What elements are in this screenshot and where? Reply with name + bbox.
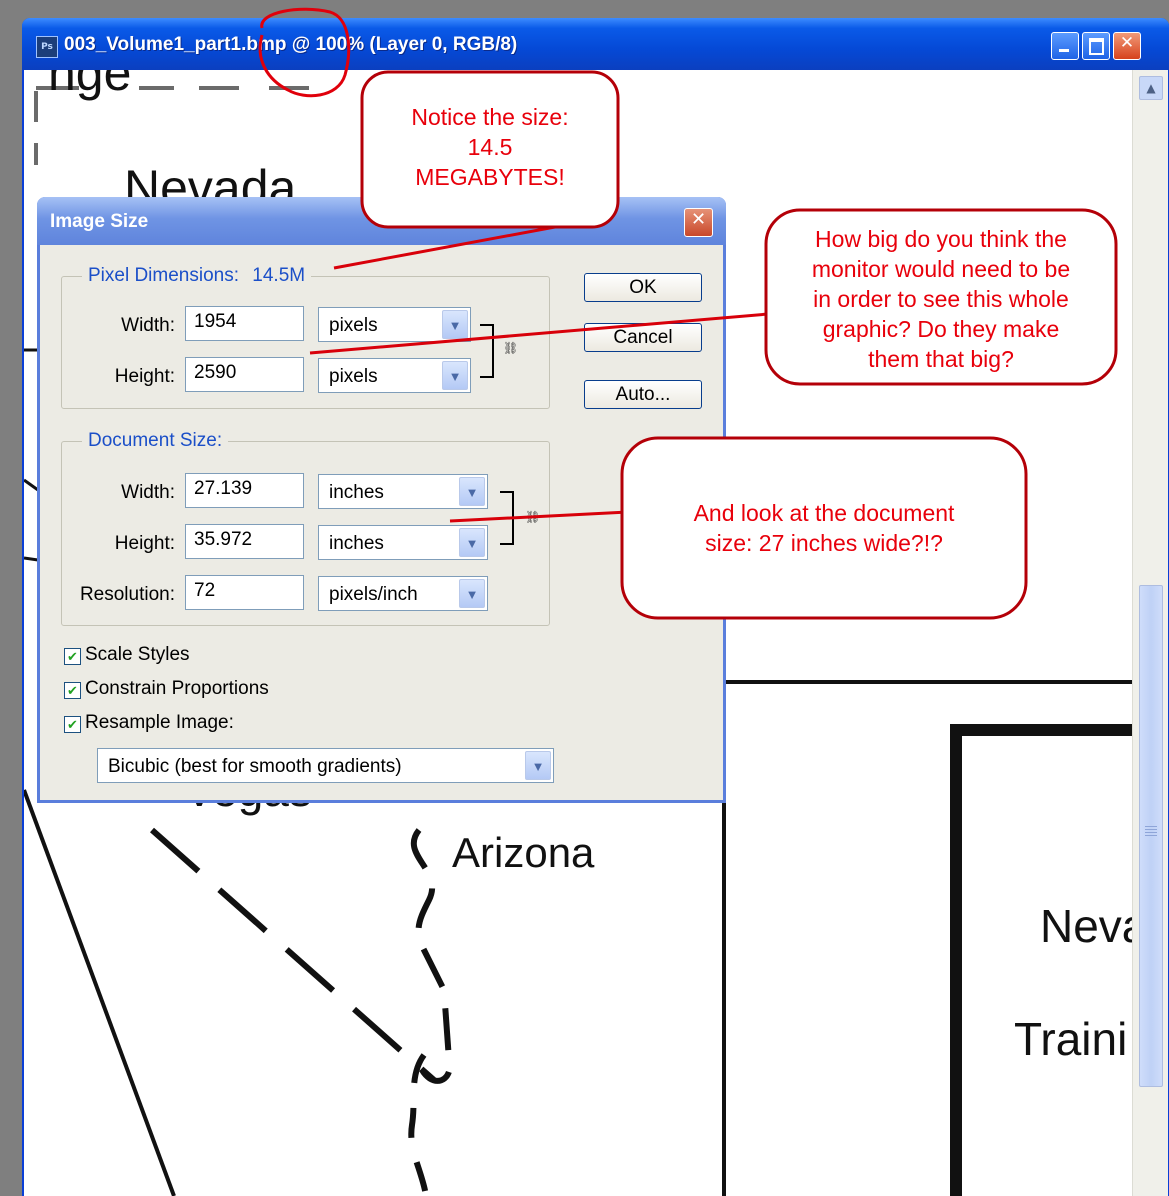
monitor-callout-pointer bbox=[309, 311, 781, 355]
document-callout-text: And look at the document size: 27 inches… bbox=[626, 498, 1022, 558]
monitor-callout-line-5: them that big? bbox=[868, 346, 1014, 372]
bmp-circle-highlight bbox=[258, 7, 351, 98]
monitor-callout-text: How big do you think the monitor would n… bbox=[770, 224, 1112, 374]
size-callout-line-3: MEGABYTES! bbox=[415, 164, 565, 190]
document-callout-line-2: size: 27 inches wide?!? bbox=[705, 530, 943, 556]
size-callout-line-1: Notice the size: bbox=[411, 104, 569, 130]
size-callout-text: Notice the size: 14.5 MEGABYTES! bbox=[366, 102, 614, 192]
size-callout-pointer bbox=[333, 225, 556, 270]
monitor-callout-line-2: monitor would need to be bbox=[811, 256, 1071, 282]
document-callout-line-1: And look at the document bbox=[693, 500, 955, 526]
size-callout-line-2: 14.5 bbox=[467, 134, 513, 160]
monitor-callout-line-4: graphic? Do they make bbox=[822, 316, 1060, 342]
monitor-callout-line-3: in order to see this whole bbox=[813, 286, 1069, 312]
monitor-callout-line-1: How big do you think the bbox=[815, 226, 1067, 252]
document-callout-pointer bbox=[449, 510, 629, 523]
